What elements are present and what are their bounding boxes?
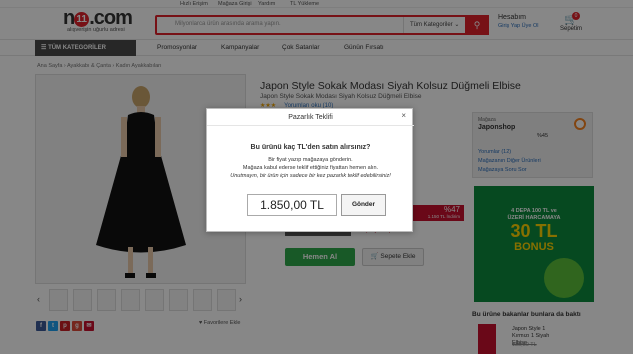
close-icon[interactable]: ×: [401, 111, 406, 120]
page: Hızlı Erişim Mağaza Girişi Yardım TL Yük…: [0, 0, 633, 354]
modal-title: Pazarlık Teklifi: [207, 109, 414, 126]
modal-instruction-2: Mağaza kabul ederse teklif ettiğiniz fiy…: [242, 165, 379, 171]
offer-price-input[interactable]: 1.850,00 TL: [247, 194, 337, 216]
send-offer-button[interactable]: Gönder: [341, 194, 386, 216]
modal-instruction-1: Bir fiyat yazıp mağazaya gönderin.: [268, 157, 353, 163]
bargain-modal: Pazarlık Teklifi × Bu ürünü kaç TL'den s…: [206, 108, 414, 232]
modal-warning: Unutmayın, bir ürün için sadece bir kez …: [230, 173, 391, 179]
modal-question: Bu ürünü kaç TL'den satın alırsınız?: [250, 144, 371, 151]
